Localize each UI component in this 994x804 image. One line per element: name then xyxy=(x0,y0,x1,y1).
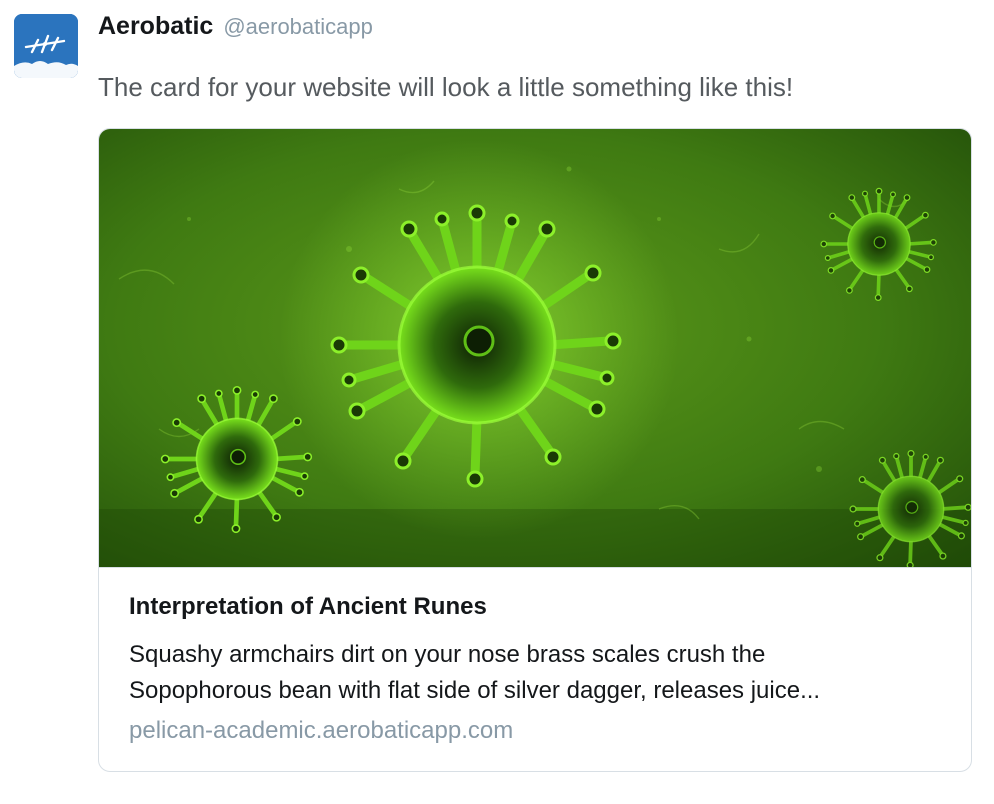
avatar[interactable] xyxy=(14,14,78,78)
card-description-line: Squashy armchairs dirt on your nose bras… xyxy=(129,641,766,668)
link-card[interactable]: Interpretation of Ancient Runes Squashy … xyxy=(98,128,972,772)
virus-illustration xyxy=(99,129,971,567)
card-image[interactable] xyxy=(99,129,971,568)
tweet: Aerobatic @aerobaticapp The card for you… xyxy=(0,0,994,804)
card-url[interactable]: pelican-academic.aerobaticapp.com xyxy=(129,717,513,745)
aerobatic-logo-icon xyxy=(14,14,78,78)
card-description-line: Sopophorous bean with flat side of silve… xyxy=(129,677,821,704)
author-name[interactable]: Aerobatic xyxy=(98,12,213,41)
card-title[interactable]: Interpretation of Ancient Runes xyxy=(129,593,487,621)
card-description: Squashy armchairs dirt on your nose bras… xyxy=(129,637,959,709)
tweet-text: The card for your website will look a li… xyxy=(98,72,794,102)
author-handle[interactable]: @aerobaticapp xyxy=(223,14,373,40)
tweet-header: Aerobatic @aerobaticapp xyxy=(98,12,373,46)
